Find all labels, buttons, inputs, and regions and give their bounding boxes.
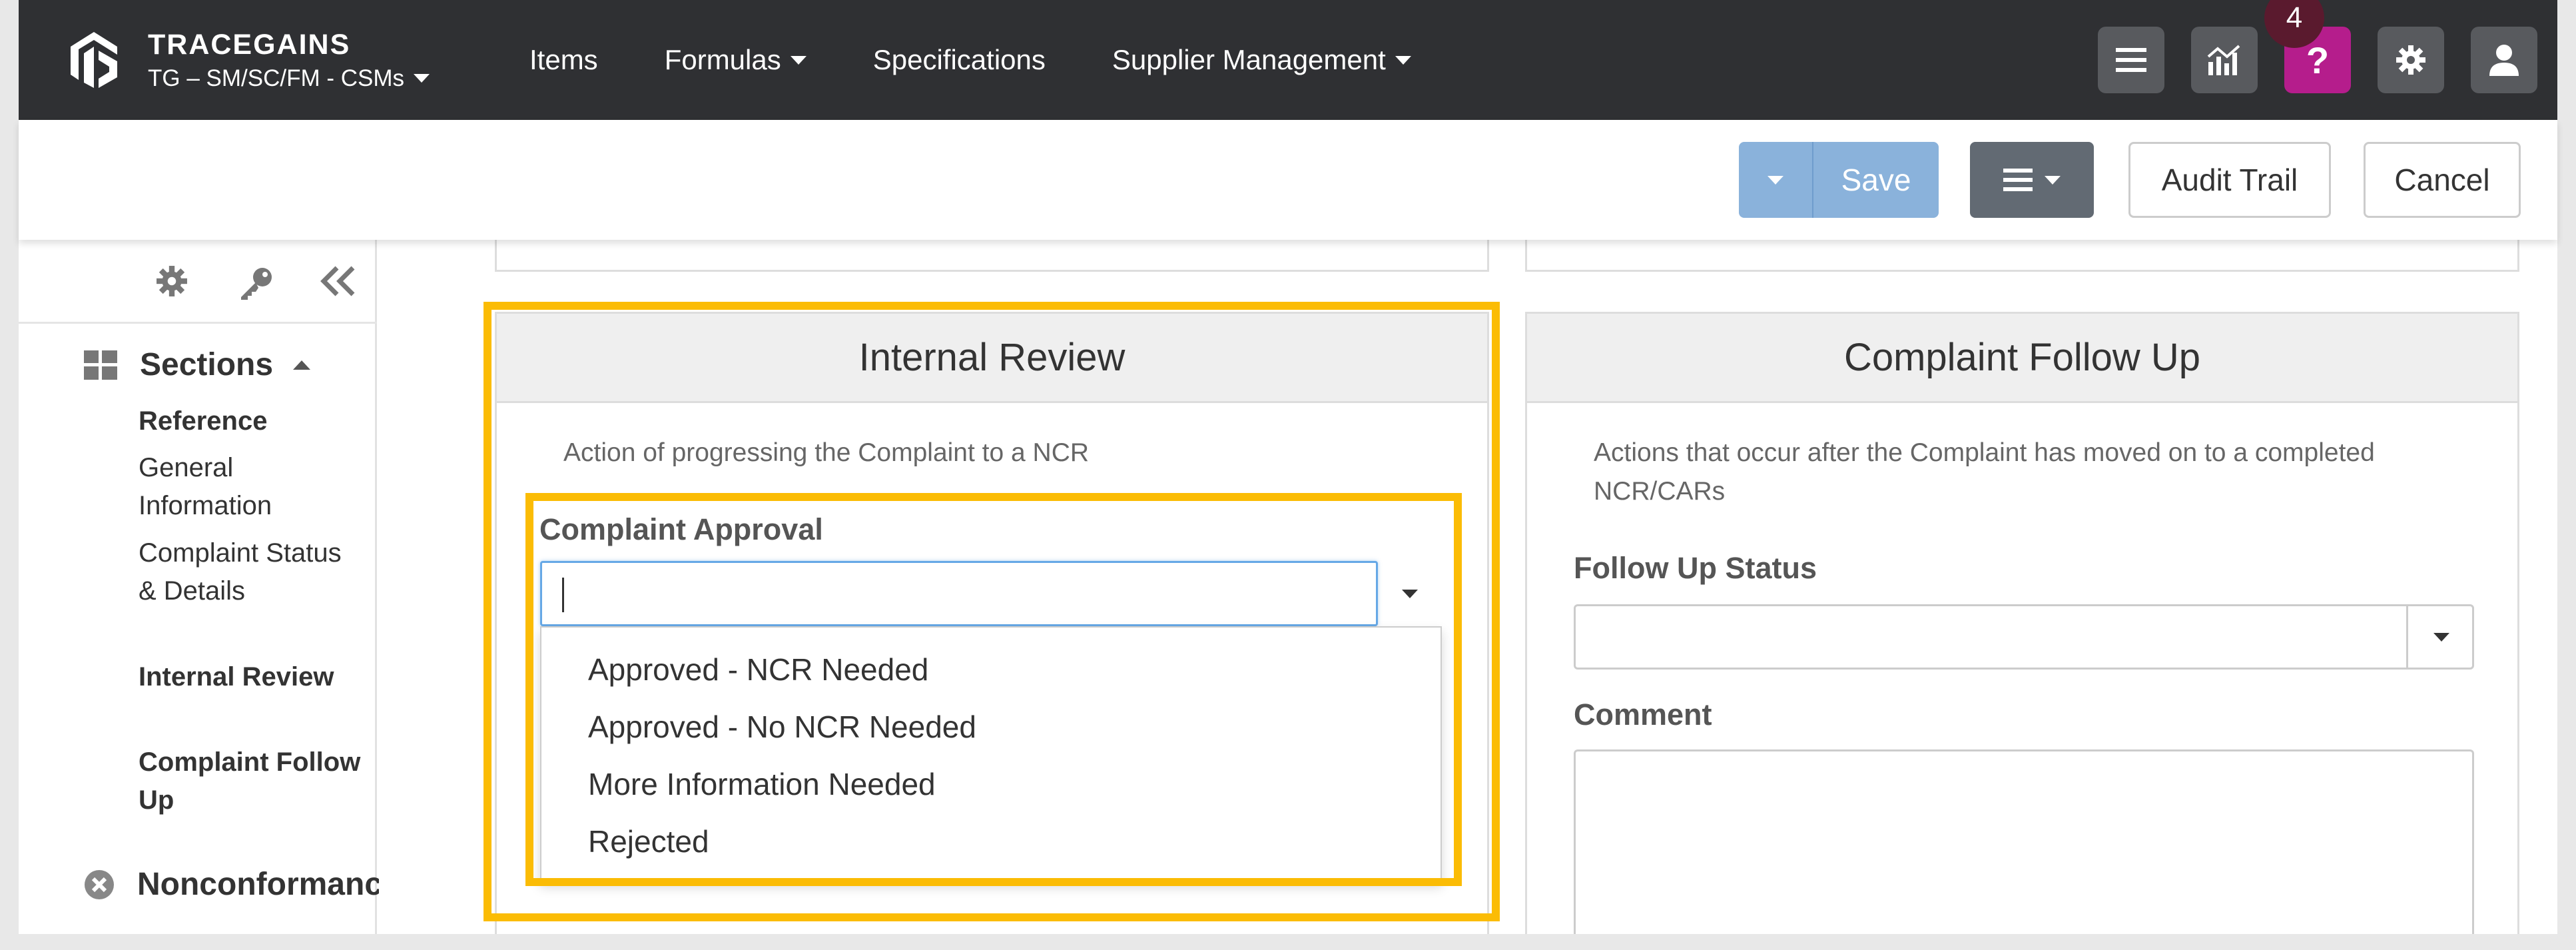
dropdown-option[interactable]: Rejected [541,813,1441,870]
action-toolbar: Save Audit Trail Cancel [19,120,2557,240]
help-icon: ? [2306,39,2330,81]
frame-edge-right [2557,0,2576,950]
analytics-button[interactable] [2191,27,2258,93]
nav-items-label: Items [529,44,598,75]
chevron-down-icon [2045,175,2061,185]
save-button[interactable]: Save [1813,142,1939,218]
nav-formulas-label: Formulas [664,44,781,75]
nav-formulas[interactable]: Formulas [665,44,806,76]
dropdown-option[interactable]: Approved - No NCR Needed [541,698,1441,755]
sidebar-item-complaint-follow-up[interactable]: Complaint Follow Up [139,743,365,819]
sidebar-item-internal-review[interactable]: Internal Review [139,658,365,696]
chevron-down-icon [2433,633,2449,642]
sections-sidebar: Sections Reference General Information C… [19,240,382,934]
sidebar-tools [19,240,377,324]
chevron-down-icon [790,55,806,65]
comment-textarea[interactable] [1574,749,2474,934]
chevron-down-icon [1395,55,1411,65]
more-actions-button[interactable] [1970,142,2094,218]
follow-up-status-label: Follow Up Status [1574,551,1817,585]
hamburger-icon [2003,169,2033,191]
user-button[interactable] [2471,27,2537,93]
nav-right-buttons: ? 4 [2071,0,2557,120]
nav-specifications-label: Specifications [872,44,1046,75]
list-button[interactable] [2098,27,2164,93]
settings-button[interactable] [2378,27,2444,93]
nonconformance-section[interactable]: Nonconformanc [84,866,382,903]
complaint-follow-up-panel: Complaint Follow Up Actions that occur a… [1525,312,2519,934]
nav-supplier-management-label: Supplier Management [1112,44,1386,75]
select-divider [2406,606,2408,668]
gear-icon[interactable] [156,265,188,297]
sections-toggle[interactable]: Sections [84,346,311,383]
brand-name: TRACEGAINS [148,28,351,61]
complaint-follow-up-title: Complaint Follow Up [1527,314,2517,403]
chevron-up-icon [293,360,311,370]
audit-trail-button[interactable]: Audit Trail [2128,142,2331,218]
collapse-sidebar-icon[interactable] [320,265,357,297]
sidebar-item-complaint-status[interactable]: Complaint Status & Details [139,534,365,610]
sections-label: Sections [140,347,274,382]
sidebar-item-reference[interactable]: Reference [139,402,365,440]
workspace-label: TG – SM/SC/FM - CSMs [148,65,404,91]
list-icon [2116,48,2146,72]
previous-panel-left [495,240,1489,272]
save-options-button[interactable] [1739,142,1813,218]
nonconformance-label: Nonconformanc [137,867,383,902]
chevron-down-icon [414,74,430,83]
chevron-down-icon [1768,175,1783,185]
follow-up-status-select[interactable] [1574,604,2474,670]
tracegains-logo-icon [71,32,117,88]
save-button-group: Save [1739,142,1939,218]
key-icon[interactable] [238,265,274,301]
brand[interactable]: TRACEGAINS TG – SM/SC/FM - CSMs [64,27,430,93]
complaint-follow-up-description: Actions that occur after the Complaint h… [1594,438,2375,506]
cancel-button[interactable]: Cancel [2364,142,2521,218]
comment-label: Comment [1574,698,1712,731]
frame-edge-bottom [0,934,2576,950]
frame-edge-left [0,0,19,950]
dropdown-option[interactable]: Approved - NCR Needed [541,641,1441,698]
top-navbar: TRACEGAINS TG – SM/SC/FM - CSMs Items Fo… [19,0,2557,120]
gear-icon [2396,45,2425,75]
user-icon [2489,45,2519,76]
nav-specifications[interactable]: Specifications [873,44,1046,76]
nav-items[interactable]: Items [529,44,598,76]
help-button[interactable]: ? 4 [2264,0,2351,93]
close-circle-icon [85,869,114,899]
nav-links: Items Formulas Specifications Supplier M… [529,44,1478,76]
previous-panel-right [1525,240,2519,272]
dropdown-option[interactable]: More Information Needed [541,755,1441,813]
sidebar-item-general-information[interactable]: General Information [139,449,365,525]
main-content: Internal Review Action of progressing th… [379,240,2557,934]
nav-supplier-management[interactable]: Supplier Management [1112,44,1411,76]
grid-icon [84,350,117,380]
complaint-approval-dropdown: Approved - NCR Needed Approved - No NCR … [540,626,1442,882]
analytics-icon [2207,45,2240,75]
workspace-selector[interactable]: TG – SM/SC/FM - CSMs [148,65,430,92]
